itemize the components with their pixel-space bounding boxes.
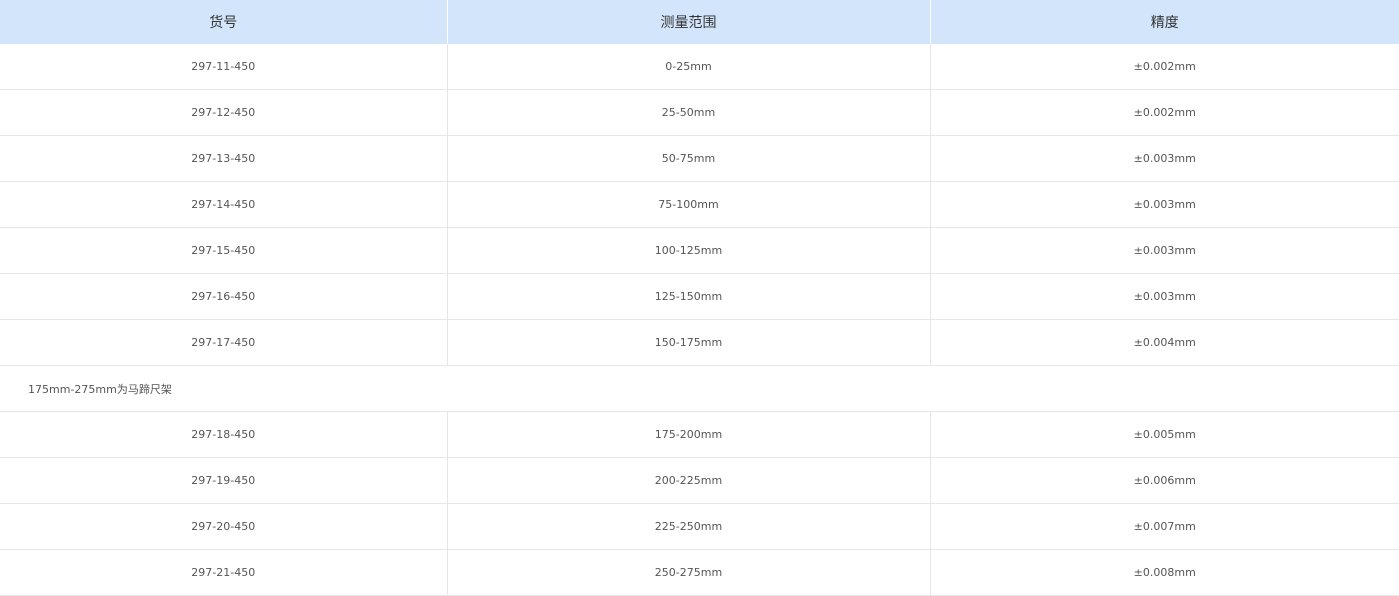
table-row: 297-21-450 250-275mm ±0.008mm (0, 549, 1399, 596)
cell-part-number: 297-14-450 (0, 181, 448, 228)
cell-part-number: 297-13-450 (0, 135, 448, 182)
note-row: 175mm-275mm为马蹄尺架 (0, 365, 1399, 412)
table-row: 297-11-450 0-25mm ±0.002mm (0, 44, 1399, 90)
cell-accuracy: ±0.005mm (930, 411, 1399, 458)
table-row: 297-17-450 150-175mm ±0.004mm (0, 319, 1399, 366)
cell-accuracy: ±0.003mm (930, 135, 1399, 182)
cell-accuracy: ±0.003mm (930, 227, 1399, 274)
table-row: 297-18-450 175-200mm ±0.005mm (0, 411, 1399, 458)
cell-part-number: 297-11-450 (0, 44, 448, 90)
cell-accuracy: ±0.007mm (930, 503, 1399, 550)
cell-part-number: 297-16-450 (0, 273, 448, 320)
table-row: 297-19-450 200-225mm ±0.006mm (0, 457, 1399, 504)
cell-accuracy: ±0.002mm (930, 89, 1399, 136)
cell-accuracy: ±0.008mm (930, 549, 1399, 596)
header-part-number: 货号 (0, 0, 448, 44)
cell-part-number: 297-12-450 (0, 89, 448, 136)
cell-part-number: 297-19-450 (0, 457, 448, 504)
cell-measuring-range: 250-275mm (447, 549, 931, 596)
cell-accuracy: ±0.004mm (930, 319, 1399, 366)
table-row: 297-14-450 75-100mm ±0.003mm (0, 181, 1399, 228)
cell-measuring-range: 0-25mm (447, 44, 931, 90)
cell-accuracy: ±0.003mm (930, 181, 1399, 228)
frame-note: 175mm-275mm为马蹄尺架 (0, 365, 1399, 412)
cell-measuring-range: 150-175mm (447, 319, 931, 366)
table-row: 297-20-450 225-250mm ±0.007mm (0, 503, 1399, 550)
table-header: 货号 测量范围 精度 (0, 0, 1399, 44)
cell-measuring-range: 25-50mm (447, 89, 931, 136)
cell-part-number: 297-20-450 (0, 503, 448, 550)
cell-accuracy: ±0.003mm (930, 273, 1399, 320)
header-row: 货号 测量范围 精度 (0, 0, 1399, 44)
cell-measuring-range: 225-250mm (447, 503, 931, 550)
header-measuring-range: 测量范围 (447, 0, 931, 44)
cell-part-number: 297-17-450 (0, 319, 448, 366)
cell-accuracy: ±0.006mm (930, 457, 1399, 504)
cell-accuracy: ±0.002mm (930, 44, 1399, 90)
table-row: 297-13-450 50-75mm ±0.003mm (0, 135, 1399, 182)
table-body: 297-11-450 0-25mm ±0.002mm 297-12-450 25… (0, 44, 1399, 596)
cell-part-number: 297-21-450 (0, 549, 448, 596)
cell-measuring-range: 50-75mm (447, 135, 931, 182)
cell-measuring-range: 175-200mm (447, 411, 931, 458)
cell-measuring-range: 100-125mm (447, 227, 931, 274)
cell-measuring-range: 125-150mm (447, 273, 931, 320)
table-row: 297-15-450 100-125mm ±0.003mm (0, 227, 1399, 274)
cell-part-number: 297-15-450 (0, 227, 448, 274)
table-row: 297-16-450 125-150mm ±0.003mm (0, 273, 1399, 320)
header-accuracy: 精度 (930, 0, 1399, 44)
spec-table: 货号 测量范围 精度 297-11-450 0-25mm ±0.002mm 29… (0, 0, 1399, 596)
cell-measuring-range: 200-225mm (447, 457, 931, 504)
cell-part-number: 297-18-450 (0, 411, 448, 458)
table-row: 297-12-450 25-50mm ±0.002mm (0, 89, 1399, 136)
cell-measuring-range: 75-100mm (447, 181, 931, 228)
